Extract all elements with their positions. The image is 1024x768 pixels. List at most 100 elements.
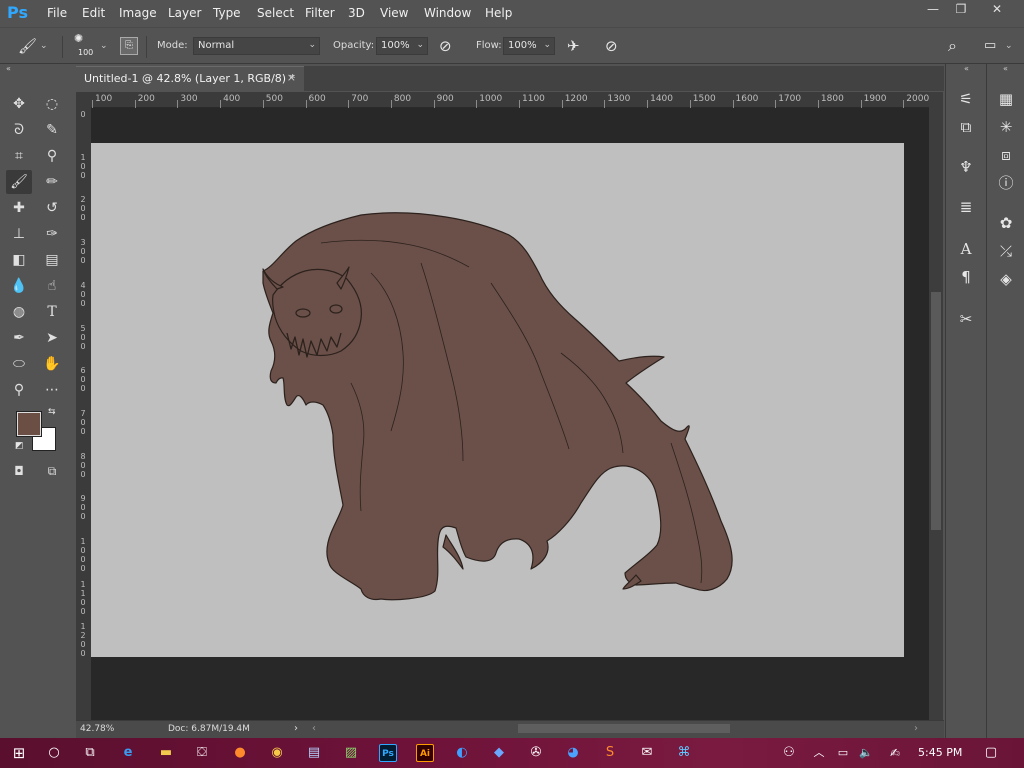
scroll-right-icon[interactable]: › — [914, 723, 918, 734]
menu-select[interactable]: Select — [257, 6, 294, 20]
mode-select[interactable]: Normal ⌄ — [193, 37, 320, 55]
lasso-tool-icon[interactable]: ᘐ — [6, 118, 32, 142]
file-explorer-icon[interactable]: ▬ — [155, 743, 177, 763]
pressure-size-icon[interactable]: ⊘ — [605, 37, 618, 55]
brush-panel-toggle-icon[interactable]: ⎘ — [120, 37, 138, 55]
hand-tool-icon[interactable]: ✋ — [39, 352, 65, 376]
store-icon[interactable]: ⛋ — [191, 743, 213, 763]
more-tools-icon[interactable]: ⋯ — [39, 378, 65, 402]
chrome-icon[interactable]: ◉ — [266, 743, 288, 763]
restore-button[interactable]: ❐ — [946, 2, 976, 20]
app-icon[interactable]: ✇ — [525, 743, 547, 763]
path-select-tool-icon[interactable]: ➤ — [39, 326, 65, 350]
airbrush-icon[interactable]: ✈ — [567, 37, 580, 55]
firefox-icon[interactable]: ● — [229, 743, 251, 763]
color-icon[interactable]: ✿ — [994, 212, 1018, 234]
brush-preset-icon[interactable]: 🖌 — [18, 37, 37, 55]
navigator-icon[interactable]: ✳ — [994, 116, 1018, 138]
minimize-button[interactable]: — — [918, 2, 948, 20]
volume-icon[interactable]: 🔈 — [855, 743, 877, 763]
collapse-icon[interactable]: « — [964, 64, 969, 73]
menu-layer[interactable]: Layer — [168, 6, 201, 20]
gradient-tool-icon[interactable]: ▤ — [39, 248, 65, 272]
action-center-icon[interactable]: ▢ — [980, 743, 1002, 763]
app-icon[interactable]: ◆ — [488, 743, 510, 763]
channels-icon[interactable]: ≣ — [954, 196, 978, 218]
menu-3d[interactable]: 3D — [348, 6, 365, 20]
close-button[interactable]: ✕ — [982, 2, 1012, 20]
libraries-icon[interactable]: ⧈ — [994, 144, 1018, 166]
chevron-down-icon[interactable]: ⌄ — [1005, 41, 1013, 51]
menu-file[interactable]: File — [47, 6, 67, 20]
tray-chevron-icon[interactable]: ︿ — [808, 743, 830, 763]
chevron-down-icon[interactable]: ⌄ — [100, 41, 108, 51]
layers-icon[interactable]: ◈ — [994, 268, 1018, 290]
firefox-dev-icon[interactable]: ◐ — [451, 743, 473, 763]
menu-edit[interactable]: Edit — [82, 6, 105, 20]
canvas[interactable] — [91, 143, 904, 657]
workspace-icon[interactable]: ▭ — [984, 38, 996, 53]
art-history-brush-icon[interactable]: ✑ — [39, 222, 65, 246]
brush-tool-icon[interactable]: 🖌 — [6, 170, 32, 194]
sublime-icon[interactable]: S — [599, 743, 621, 763]
zoom-tool-icon[interactable]: ⚲ — [6, 378, 32, 402]
tool-presets-icon[interactable]: ♆ — [954, 156, 978, 178]
flow-input[interactable]: 100% ⌄ — [503, 37, 555, 55]
notepad-icon[interactable]: ▤ — [303, 743, 325, 763]
pressure-opacity-icon[interactable]: ⊘ — [439, 37, 452, 55]
info-icon[interactable]: ⓘ — [994, 172, 1018, 194]
document-tab[interactable]: Untitled-1 @ 42.8% (Layer 1, RGB/8) * × — [76, 66, 304, 91]
mail-icon[interactable]: ✉ — [636, 743, 658, 763]
app-icon[interactable]: ◕ — [562, 743, 584, 763]
chevron-down-icon[interactable]: ⌄ — [40, 41, 48, 51]
search-icon[interactable]: ⌕ — [948, 36, 957, 56]
tools-settings-icon[interactable]: ✂ — [954, 308, 978, 330]
marquee-tool-icon[interactable]: ◌ — [39, 92, 65, 116]
blur-tool-icon[interactable]: 💧 — [6, 274, 32, 298]
image-viewer-icon[interactable]: ▨ — [340, 743, 362, 763]
task-view-icon[interactable]: ⧉ — [79, 743, 101, 763]
swap-colors-icon[interactable]: ⇆ — [48, 407, 56, 417]
crop-tool-icon[interactable]: ⌗ — [6, 144, 32, 168]
stamp-tool-icon[interactable]: ⊥ — [6, 222, 32, 246]
scroll-left-icon[interactable]: ‹ — [312, 723, 316, 734]
pen-tool-icon[interactable]: ✒ — [6, 326, 32, 350]
collapse-icon[interactable]: « — [1003, 64, 1008, 73]
menu-view[interactable]: View — [380, 6, 408, 20]
type-tool-icon[interactable]: T — [39, 300, 65, 324]
horizontal-scroll-thumb[interactable] — [518, 724, 730, 733]
eraser-tool-icon[interactable]: ◧ — [6, 248, 32, 272]
people-icon[interactable]: ⚇ — [778, 743, 800, 763]
move-tool-icon[interactable]: ✥ — [6, 92, 32, 116]
vertical-scroll-thumb[interactable] — [931, 292, 941, 530]
network-icon[interactable]: ▭ — [832, 743, 854, 763]
edge-icon[interactable]: e — [117, 743, 139, 763]
status-menu-arrow-icon[interactable]: › — [294, 723, 298, 734]
collapse-icon[interactable]: « — [6, 64, 11, 73]
clone-source-icon[interactable]: ⧉ — [954, 116, 978, 138]
character-icon[interactable]: A — [954, 238, 978, 260]
cortana-icon[interactable]: ○ — [43, 743, 65, 763]
ellipse-tool-icon[interactable]: ⬭ — [6, 352, 32, 376]
screen-mode-icon[interactable]: ⧉ — [39, 459, 65, 483]
brush-settings-icon[interactable]: ⚟ — [954, 88, 978, 110]
smudge-tool-icon[interactable]: ☝ — [39, 274, 65, 298]
paths-icon[interactable]: ⤰ — [994, 240, 1018, 262]
menu-help[interactable]: Help — [485, 6, 512, 20]
menu-window[interactable]: Window — [424, 6, 471, 20]
clock[interactable]: 5:45 PM — [918, 746, 962, 759]
illustrator-taskbar-icon[interactable]: Ai — [416, 744, 434, 762]
default-colors-icon[interactable]: ◩ — [15, 441, 24, 451]
pen-workspace-icon[interactable]: ✍ — [884, 743, 906, 763]
pencil-tool-icon[interactable]: ✏ — [39, 170, 65, 194]
photoshop-taskbar-icon[interactable]: Ps — [379, 744, 397, 762]
menu-type[interactable]: Type — [213, 6, 241, 20]
windows-start-icon[interactable]: ⊞ — [8, 743, 30, 763]
zoom-level[interactable]: 42.78% — [80, 724, 114, 734]
healing-brush-tool-icon[interactable]: ✚ — [6, 196, 32, 220]
quick-mask-icon[interactable]: ◘ — [6, 459, 32, 483]
brush-tip-icon[interactable]: ✺ — [74, 32, 83, 45]
menu-image[interactable]: Image — [119, 6, 157, 20]
foreground-color-swatch[interactable] — [16, 411, 42, 437]
eyedropper-tool-icon[interactable]: ⚲ — [39, 144, 65, 168]
